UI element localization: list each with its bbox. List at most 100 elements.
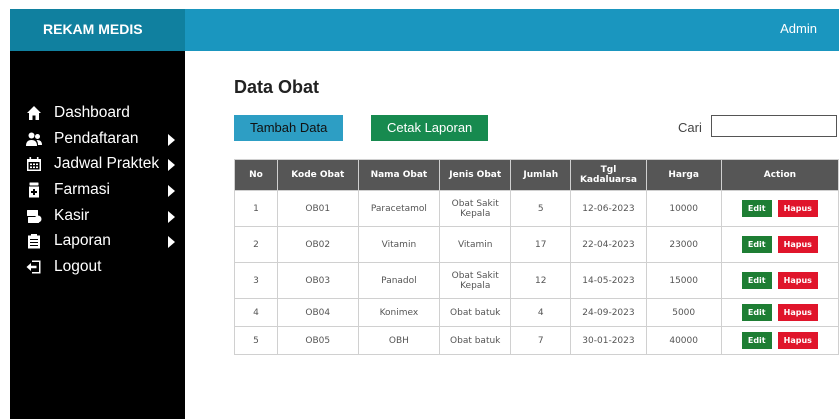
delete-button[interactable]: Hapus — [777, 200, 818, 217]
caret-right-icon — [168, 210, 175, 223]
sidebar-item-kasir[interactable]: Kasir — [10, 204, 185, 228]
cell-action: Edit Hapus — [720, 190, 839, 227]
delete-button[interactable]: Hapus — [777, 304, 818, 321]
column-header[interactable]: Action — [720, 159, 839, 191]
sidebar-menu: Dashboard Pendaftaran Jadwal Praktek Farmas… — [10, 101, 185, 281]
column-header[interactable]: No — [234, 159, 278, 191]
sidebar-item-label: Jadwal Praktek — [54, 155, 160, 173]
cell-jenis-obat: Vitamin — [439, 226, 512, 263]
cell-nama-obat: OBH — [357, 326, 441, 355]
cell-no: 4 — [234, 298, 278, 327]
column-header[interactable]: Tgl Kadaluarsa — [570, 159, 647, 191]
edit-button[interactable]: Edit — [741, 272, 772, 289]
cell-action: Edit Hapus — [720, 262, 839, 299]
top-bar: REKAM MEDIS Admin — [10, 9, 839, 51]
caret-right-icon — [168, 159, 175, 172]
print-report-button[interactable]: Cetak Laporan — [371, 115, 489, 141]
sidebar-item-farmasi[interactable]: Farmasi — [10, 178, 185, 202]
home-icon — [24, 104, 44, 122]
caret-right-icon — [168, 133, 175, 146]
edit-button[interactable]: Edit — [741, 304, 772, 321]
edit-button[interactable]: Edit — [741, 236, 772, 253]
page-title: Data Obat — [234, 77, 320, 97]
sidebar-item-dashboard[interactable]: Dashboard — [10, 101, 185, 125]
cell-nama-obat: Konimex — [357, 298, 441, 327]
delete-button[interactable]: Hapus — [777, 332, 818, 349]
cell-jumlah: 17 — [510, 226, 572, 263]
user-menu[interactable]: Admin — [780, 9, 817, 49]
sidebar-item-logout[interactable]: Logout — [10, 255, 185, 279]
cell-tgl-kadaluarsa: 12-06-2023 — [570, 190, 647, 227]
sidebar-item-laporan[interactable]: Laporan — [10, 229, 185, 253]
cell-jumlah: 7 — [510, 326, 572, 355]
sidebar-item-label: Pendaftaran — [54, 129, 139, 147]
medicine-table: No Kode Obat Nama Obat Jenis Obat Jumlah Tgl … — [234, 159, 839, 355]
cell-nama-obat: Panadol — [357, 262, 441, 299]
cell-action: Edit Hapus — [720, 298, 839, 327]
cell-no: 5 — [234, 326, 278, 355]
cell-nama-obat: Vitamin — [357, 226, 441, 263]
table-row: 2 OB02 Vitamin Vitamin 17 22-04-2023 23000 Edit… — [234, 226, 839, 263]
cell-action: Edit Hapus — [720, 326, 839, 355]
column-header[interactable]: Jenis Obat — [439, 159, 512, 191]
edit-button[interactable]: Edit — [741, 200, 772, 217]
cell-kode-obat: OB03 — [276, 262, 359, 299]
caret-right-icon — [168, 185, 175, 198]
cell-jumlah: 12 — [510, 262, 572, 299]
app-brand[interactable]: REKAM MEDIS — [10, 9, 185, 51]
cell-harga: 40000 — [645, 326, 722, 355]
table-row: 5 OB05 OBH Obat batuk 7 30-01-2023 40000 Edit Ha… — [234, 326, 839, 355]
cell-jenis-obat: Obat batuk — [439, 326, 512, 355]
sidebar-item-label: Kasir — [54, 206, 90, 224]
sidebar-item-label: Laporan — [54, 232, 111, 250]
sidebar-item-label: Farmasi — [54, 181, 110, 199]
column-header[interactable]: Jumlah — [510, 159, 572, 191]
cell-no: 1 — [234, 190, 278, 227]
cell-tgl-kadaluarsa: 24-09-2023 — [570, 298, 647, 327]
app-frame: REKAM MEDIS Admin Dashboard Pendaftaran Ja… — [10, 9, 839, 419]
cell-action: Edit Hapus — [720, 226, 839, 263]
cell-jenis-obat: Obat Sakit Kepala — [439, 190, 512, 227]
main-content: Data Obat Tambah Data Cetak Laporan Cari… — [185, 51, 839, 419]
column-header[interactable]: Kode Obat — [276, 159, 359, 191]
sidebar: Dashboard Pendaftaran Jadwal Praktek Farmas… — [10, 51, 185, 419]
column-header[interactable]: Nama Obat — [357, 159, 441, 191]
medicine-icon — [24, 181, 44, 199]
cell-jenis-obat: Obat Sakit Kepala — [439, 262, 512, 299]
cell-tgl-kadaluarsa: 22-04-2023 — [570, 226, 647, 263]
cell-tgl-kadaluarsa: 30-01-2023 — [570, 326, 647, 355]
logout-icon — [24, 258, 44, 276]
search-input[interactable] — [711, 115, 837, 137]
table-row: 3 OB03 Panadol Obat Sakit Kepala 12 14-05-202… — [234, 262, 839, 299]
edit-button[interactable]: Edit — [741, 332, 772, 349]
delete-button[interactable]: Hapus — [777, 236, 818, 253]
cell-jumlah: 4 — [510, 298, 572, 327]
cell-jumlah: 5 — [510, 190, 572, 227]
table-body: 1 OB01 Paracetamol Obat Sakit Kepala 5 12-06-… — [234, 190, 839, 355]
cash-icon — [24, 207, 44, 225]
cell-kode-obat: OB01 — [276, 190, 359, 227]
sidebar-item-label: Dashboard — [54, 104, 130, 121]
cell-nama-obat: Paracetamol — [357, 190, 441, 227]
cell-kode-obat: OB04 — [276, 298, 359, 327]
table-row: 4 OB04 Konimex Obat batuk 4 24-09-2023 5000 Edi… — [234, 298, 839, 327]
cell-jenis-obat: Obat batuk — [439, 298, 512, 327]
cell-tgl-kadaluarsa: 14-05-2023 — [570, 262, 647, 299]
cell-kode-obat: OB05 — [276, 326, 359, 355]
sidebar-item-jadwal-praktek[interactable]: Jadwal Praktek — [10, 152, 185, 176]
cell-no: 2 — [234, 226, 278, 263]
cell-kode-obat: OB02 — [276, 226, 359, 263]
add-data-button[interactable]: Tambah Data — [234, 115, 344, 141]
sidebar-item-label: Logout — [54, 258, 102, 276]
table-header-row: No Kode Obat Nama Obat Jenis Obat Jumlah Tgl … — [234, 159, 839, 191]
cell-no: 3 — [234, 262, 278, 299]
calendar-icon — [24, 155, 44, 173]
column-header[interactable]: Harga — [645, 159, 722, 191]
users-icon — [24, 130, 44, 148]
report-icon — [24, 232, 44, 250]
cell-harga: 23000 — [645, 226, 722, 263]
table-row: 1 OB01 Paracetamol Obat Sakit Kepala 5 12-06-… — [234, 190, 839, 227]
delete-button[interactable]: Hapus — [777, 272, 818, 289]
cell-harga: 5000 — [645, 298, 722, 327]
sidebar-item-pendaftaran[interactable]: Pendaftaran — [10, 127, 185, 151]
